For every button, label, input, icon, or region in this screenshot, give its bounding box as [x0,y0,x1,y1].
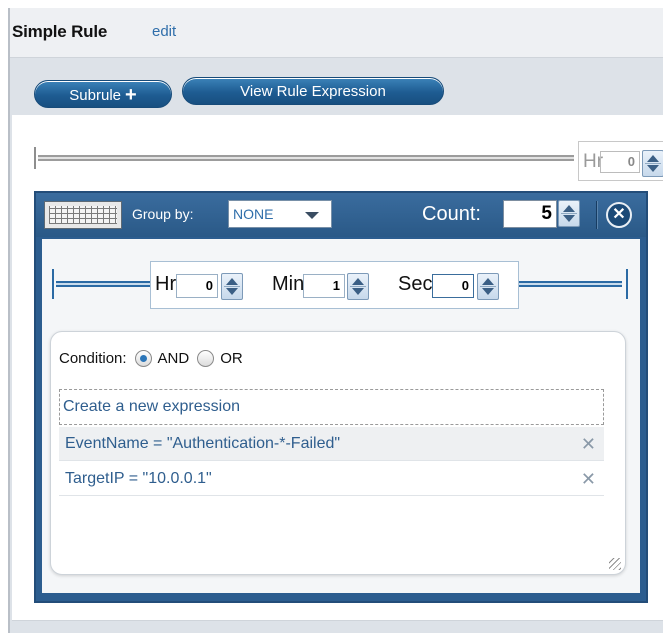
expression-text: TargetIP = "10.0.0.1" [65,470,212,487]
count-label: Count: [422,203,481,225]
sec-input[interactable]: 0 [432,274,474,298]
rule-title: Simple Rule [12,22,108,41]
condition-label: Condition: [59,350,127,367]
hr-spinner[interactable] [221,273,243,300]
hr-label: Hr [155,273,177,295]
spin-down-icon [352,288,364,295]
or-radio[interactable] [197,350,215,367]
spin-down-icon [563,215,575,222]
spin-down-icon [647,165,659,172]
subrule-label: Subrule [69,87,121,104]
keyboard-icon[interactable] [44,201,122,229]
rule-header: Simple Rule edit [10,8,663,58]
delete-icon[interactable]: ✕ [581,427,596,461]
rule-editor: Simple Rule edit Subrule + View Rule Expr… [8,8,663,633]
new-expression-input[interactable]: Create a new expression [59,389,604,425]
expression-row[interactable]: EventName = "Authentication-*-Failed" ✕ [59,427,604,461]
group-window: Group by: NONE Count: 5 ✕ Hr 0 Min 1 Sec… [34,191,648,603]
sec-label: Sec [398,273,433,295]
spin-up-icon [352,278,364,285]
expression-text: EventName = "Authentication-*-Failed" [65,435,341,452]
spin-up-icon [226,278,238,285]
spin-up-icon [563,205,575,212]
spin-down-icon [226,288,238,295]
expression-row[interactable]: TargetIP = "10.0.0.1" ✕ [59,462,604,496]
outer-time-window: Hr 0 [578,141,663,181]
hr-input[interactable]: 0 [176,274,218,298]
min-input[interactable]: 1 [303,274,345,298]
spin-up-icon [647,155,659,162]
resize-handle-icon[interactable] [609,558,621,570]
edit-link[interactable]: edit [152,23,176,40]
count-spinner[interactable] [558,200,580,227]
time-window: Hr 0 Min 1 Sec 0 [150,261,519,309]
timeline-start-cap [34,147,36,169]
outer-hr-spinner[interactable] [642,150,663,177]
group-by-label: Group by: [132,206,194,222]
group-toolbar: Group by: NONE Count: 5 ✕ [36,193,646,237]
group-by-value: NONE [233,206,274,222]
and-label[interactable]: AND [158,350,190,367]
chevron-down-icon [305,212,319,219]
min-label: Min [272,273,305,295]
outer-timeline-bar [38,155,574,161]
condition-panel: Condition: AND OR Create a new expressio… [50,331,626,575]
spin-down-icon [482,288,494,295]
plus-icon: + [125,84,137,106]
rule-canvas: Hr 0 Group by: NONE Count: 5 ✕ Hr 0 Min … [12,115,663,621]
condition-operator-row: Condition: AND OR [59,350,243,367]
view-rule-expression-button[interactable]: View Rule Expression [182,77,444,105]
group-body: Hr 0 Min 1 Sec 0 Condition: AND OR Creat… [42,239,640,593]
close-icon[interactable]: ✕ [606,202,632,228]
count-input[interactable]: 5 [503,200,557,228]
toolbar-divider [596,201,598,229]
outer-hr-input[interactable]: 0 [600,151,640,173]
timeline-left-cap [52,269,54,299]
or-label[interactable]: OR [220,350,243,367]
spin-up-icon [482,278,494,285]
add-subrule-button[interactable]: Subrule + [34,80,172,108]
min-spinner[interactable] [347,273,369,300]
timeline-right-cap [626,269,628,299]
and-radio[interactable] [134,350,152,367]
group-by-select[interactable]: NONE [228,200,332,228]
delete-icon[interactable]: ✕ [581,462,596,496]
sec-spinner[interactable] [477,273,499,300]
